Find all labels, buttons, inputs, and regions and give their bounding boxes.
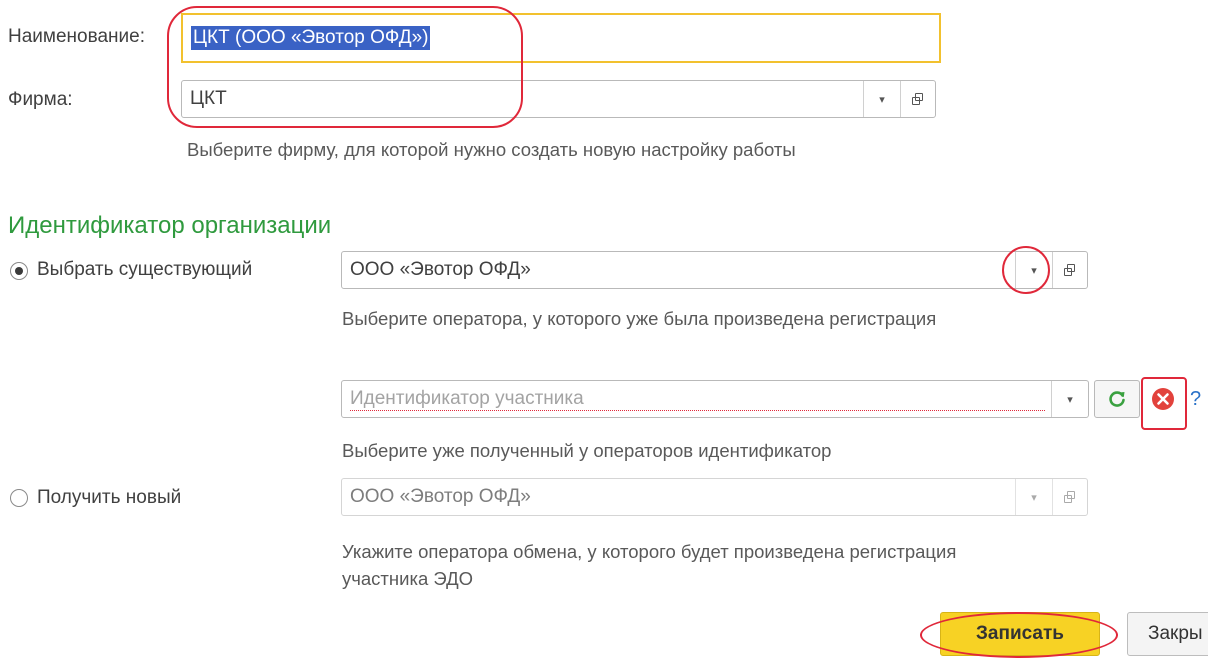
help-link[interactable]: ? [1190, 388, 1201, 411]
radio-get-new[interactable] [10, 489, 28, 507]
new-operator-open-button [1052, 479, 1087, 515]
open-in-window-icon [1064, 491, 1076, 503]
existing-operator-select[interactable]: ООО «Эвотор ОФД» ▾ [341, 251, 1088, 289]
firm-label: Фирма: [8, 89, 73, 110]
new-operator-hint: Укажите оператора обмена, у которого буд… [342, 541, 957, 589]
required-field-underline [350, 410, 1045, 411]
open-in-window-icon [1064, 264, 1076, 276]
firm-value: ЦКТ [190, 88, 227, 109]
existing-operator-hint: Выберите оператора, у которого уже была … [342, 308, 937, 329]
participant-id-hint: Выберите уже полученный у операторов иде… [342, 440, 832, 461]
firm-dropdown-button[interactable]: ▾ [863, 81, 900, 117]
new-operator-dropdown-button: ▾ [1015, 479, 1052, 515]
existing-operator-open-button[interactable] [1052, 252, 1087, 288]
refresh-icon [1109, 391, 1125, 407]
radio-choose-existing[interactable] [10, 262, 28, 280]
participant-id-field[interactable]: Идентификатор участника ▾ [341, 380, 1089, 418]
existing-operator-dropdown-button[interactable]: ▾ [1015, 252, 1052, 288]
close-button[interactable]: Закры [1127, 612, 1208, 656]
clear-button[interactable] [1143, 380, 1183, 418]
save-button[interactable]: Записать [940, 612, 1100, 656]
new-operator-value: ООО «Эвотор ОФД» [350, 486, 531, 507]
firm-hint: Выберите фирму, для которой нужно создат… [187, 139, 796, 160]
name-value: ЦКТ (ООО «Эвотор ОФД») [191, 26, 431, 50]
participant-id-dropdown-button[interactable]: ▾ [1051, 381, 1088, 417]
existing-operator-value: ООО «Эвотор ОФД» [350, 259, 531, 280]
clear-icon [1152, 388, 1174, 410]
name-field[interactable]: ЦКТ (ООО «Эвотор ОФД») [181, 13, 941, 63]
firm-select[interactable]: ЦКТ ▾ [181, 80, 936, 118]
choose-existing-label[interactable]: Выбрать существующий [37, 259, 252, 281]
name-label: Наименование: [8, 26, 145, 47]
refresh-button[interactable] [1094, 380, 1140, 418]
section-title: Идентификатор организации [8, 212, 332, 239]
participant-id-placeholder: Идентификатор участника [350, 388, 584, 409]
firm-open-button[interactable] [900, 81, 935, 117]
get-new-label[interactable]: Получить новый [37, 487, 181, 509]
open-in-window-icon [912, 93, 924, 105]
new-operator-select: ООО «Эвотор ОФД» ▾ [341, 478, 1088, 516]
